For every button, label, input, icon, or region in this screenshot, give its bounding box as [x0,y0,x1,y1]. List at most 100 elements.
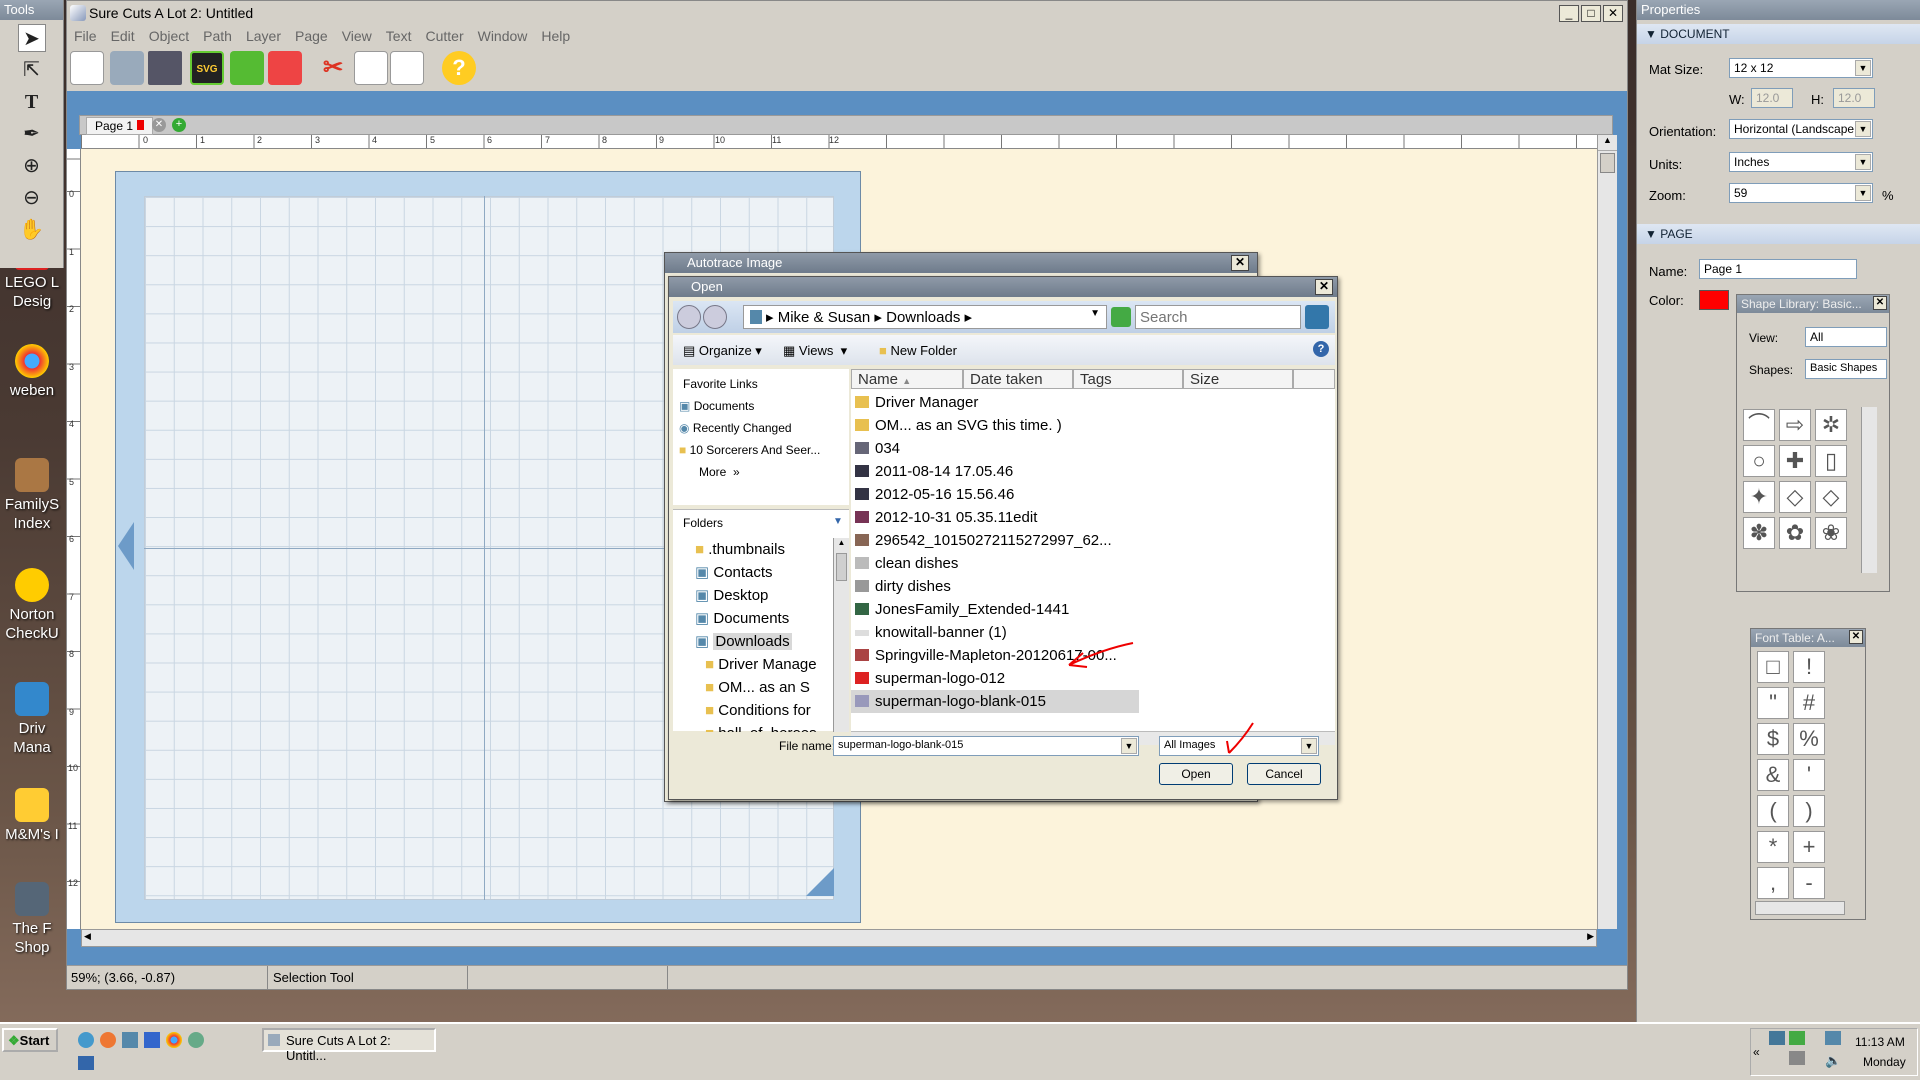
address-bar[interactable]: ▸ Mike & Susan ▸ Downloads ▸ ▼ [743,305,1107,329]
favorite-documents[interactable]: ▣ Documents [679,399,754,413]
column-date-taken[interactable]: Date taken [963,369,1073,389]
menu-cutter[interactable]: Cutter [418,25,470,47]
volume-icon[interactable]: 🔈 [1825,1053,1841,1069]
minimize-button[interactable]: _ [1559,5,1579,22]
desktop-icon-norton[interactable]: Norton CheckU [0,568,64,643]
ie-icon[interactable] [78,1032,94,1048]
chrome-icon[interactable] [166,1032,182,1048]
desktop-icon-folder[interactable]: M&M's I [0,788,64,844]
glyph-cell[interactable]: % [1793,723,1825,755]
column-size[interactable]: Size [1183,369,1293,389]
file-item-selected[interactable]: superman-logo-blank-015 [851,690,1139,713]
glyph-cell[interactable]: + [1793,831,1825,863]
tree-item-documents[interactable]: ▣ Documents [673,607,833,630]
menu-help[interactable]: Help [534,25,577,47]
help-icon[interactable]: ? [1313,341,1329,357]
tab-page-1[interactable]: Page 1 [86,117,154,135]
horizontal-scrollbar[interactable]: ◀ ▶ [81,929,1597,947]
start-button[interactable]: ❖Start [2,1028,58,1052]
menu-view[interactable]: View [335,25,379,47]
shape-flower[interactable]: ✿ [1779,517,1811,549]
favorites-more[interactable]: More » [699,465,740,479]
preview-icon[interactable] [354,51,388,85]
text-tool-icon[interactable]: T [18,88,46,116]
document-section-header[interactable]: ▼ DOCUMENT [1637,24,1920,44]
glyph-cell[interactable]: & [1757,759,1789,791]
scroll-right-icon[interactable]: ▶ [1587,931,1594,942]
scroll-left-icon[interactable]: ◀ [84,931,91,942]
file-item[interactable]: OM... as an SVG this time. ) [851,414,1335,437]
shield-icon[interactable] [144,1032,160,1048]
folder-tree-scrollbar[interactable]: ▲ [833,538,849,732]
column-name[interactable]: Name ▲ [851,369,963,389]
save-icon[interactable] [148,51,182,85]
file-item[interactable]: 034 [851,437,1335,460]
taskbar-app-button[interactable]: Sure Cuts A Lot 2: Untitl... [262,1028,436,1063]
menu-object[interactable]: Object [142,25,196,47]
refresh-icon[interactable] [1111,307,1131,327]
shape-rounded-rect[interactable]: ▯ [1815,445,1847,477]
tray-expand-icon[interactable]: « [1753,1045,1760,1059]
tree-item-om[interactable]: ■ OM... as an S [673,676,833,699]
file-item[interactable]: Driver Manager [851,391,1335,414]
shape-flower-2[interactable]: ❀ [1815,517,1847,549]
file-item[interactable]: dirty dishes [851,575,1335,598]
mat-size-select[interactable]: 12 x 12 ▼ [1729,58,1873,78]
menu-layer[interactable]: Layer [239,25,288,47]
zoom-out-icon[interactable]: ⊖ [18,184,46,212]
scroll-thumb[interactable] [836,553,847,581]
close-tab-icon[interactable]: ✕ [152,118,166,132]
back-icon[interactable] [677,305,701,329]
maximize-button[interactable]: □ [1581,5,1601,22]
desktop-icon-familysearch[interactable]: FamilyS Index [0,458,64,533]
close-icon[interactable]: ✕ [1873,296,1887,310]
forward-icon[interactable] [703,305,727,329]
glyph-cell[interactable]: $ [1757,723,1789,755]
glyph-cell[interactable]: ' [1793,759,1825,791]
shape-library-scrollbar[interactable] [1861,407,1877,573]
tree-item-desktop[interactable]: ▣ Desktop [673,584,833,607]
network-icon[interactable] [1825,1031,1841,1045]
favorite-recently-changed[interactable]: ◉ Recently Changed [679,421,792,435]
shape-cross[interactable]: ✲ [1815,409,1847,441]
breadcrumb-mike-susan[interactable]: Mike & Susan [778,309,871,326]
scroll-up-icon[interactable]: ▲ [1598,135,1617,151]
shape-burst[interactable]: ✽ [1743,517,1775,549]
file-item[interactable]: 2012-10-31 05.35.11edit [851,506,1335,529]
tree-item-driver-manager[interactable]: ■ Driver Manage [673,653,833,676]
search-input[interactable] [1135,305,1301,329]
tray-icon[interactable] [1789,1051,1805,1065]
desktop-icon-weben[interactable]: weben [0,344,64,400]
shape-arrow[interactable]: ⇨ [1779,409,1811,441]
glyph-cell[interactable]: □ [1757,651,1789,683]
chevron-down-icon[interactable]: ▼ [1090,308,1100,319]
menu-path[interactable]: Path [196,25,239,47]
vertical-scrollbar[interactable]: ▲ [1597,135,1617,929]
menu-page[interactable]: Page [288,25,335,47]
breadcrumb-downloads[interactable]: Downloads [886,309,960,326]
shape-plus[interactable]: ✚ [1779,445,1811,477]
network-icon[interactable] [188,1032,204,1048]
firefox-icon[interactable] [100,1032,116,1048]
menu-text[interactable]: Text [379,25,419,47]
new-folder-button[interactable]: ■ New Folder [879,343,957,358]
tray-icon[interactable] [1769,1031,1785,1045]
add-page-icon[interactable]: + [172,118,186,132]
view-select[interactable]: All [1805,327,1887,347]
node-edit-tool-icon[interactable]: ⇱ [18,56,46,84]
zoom-select[interactable]: 59 ▼ [1729,183,1873,203]
menu-window[interactable]: Window [471,25,535,47]
file-item[interactable]: clean dishes [851,552,1335,575]
cut-scissors-icon[interactable]: ✂ [316,51,350,85]
show-desktop-icon[interactable] [78,1056,94,1070]
glyph-cell[interactable]: - [1793,867,1825,899]
tree-item-thumbnails[interactable]: ■ .thumbnails [673,538,833,561]
menu-file[interactable]: File [67,25,104,47]
page-section-header[interactable]: ▼ PAGE [1637,224,1920,244]
tree-item-contacts[interactable]: ▣ Contacts [673,561,833,584]
units-select[interactable]: Inches ▼ [1729,152,1873,172]
open-file-icon[interactable] [110,51,144,85]
pen-tool-icon[interactable]: ✒ [18,120,46,148]
scroll-thumb[interactable] [1600,153,1615,173]
scroll-up-icon[interactable]: ▲ [834,538,849,547]
